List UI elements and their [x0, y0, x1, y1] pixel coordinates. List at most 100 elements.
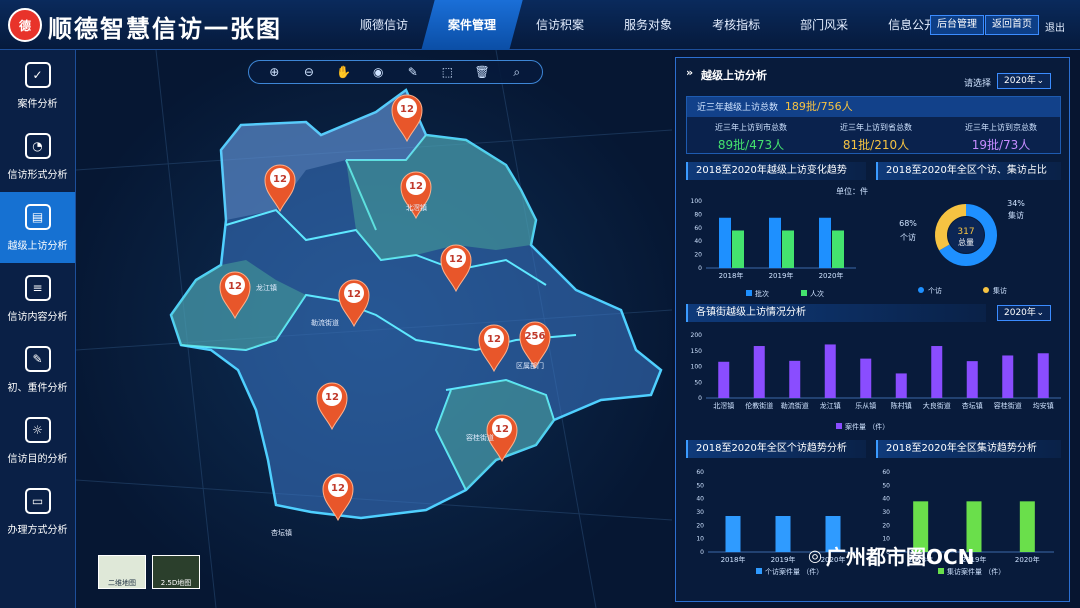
search-icon[interactable]: ⌕ — [508, 63, 526, 81]
place-label: 容桂街道 — [466, 433, 494, 442]
y-tick-label: 0 — [700, 549, 704, 556]
exit-button[interactable]: 退出 — [1045, 19, 1065, 34]
bulb-icon: ☼ — [24, 416, 51, 443]
top-nav: 顺德信访 案件管理 信访积案 服务对象 考核指标 部门风采 信息公开 — [340, 0, 956, 50]
sidebar-item-label: 信访目的分析 — [7, 453, 68, 465]
select-area-icon[interactable]: ⬚ — [438, 63, 456, 81]
pan-hand-icon[interactable]: ✋ — [335, 63, 353, 81]
bar — [725, 516, 741, 552]
y-tick-label: 50 — [694, 379, 702, 386]
pin-count: 12 — [495, 424, 509, 435]
nav-item-label: 考核指标 — [712, 18, 761, 32]
delete-icon[interactable]: 🗑 — [473, 63, 491, 81]
bar — [1019, 501, 1035, 552]
nav-item[interactable]: 部门风采 — [780, 0, 868, 50]
globe-icon[interactable]: ◉ — [369, 63, 387, 81]
y-tick-label: 30 — [696, 509, 704, 516]
x-tick-label: 北滘镇 — [713, 401, 734, 410]
x-tick-label: 大良街道 — [923, 401, 951, 410]
nav-item[interactable]: 顺德信访 — [340, 0, 428, 50]
bar — [832, 230, 844, 268]
x-tick-label: 勒流街道 — [781, 401, 809, 410]
sidebar-item[interactable]: ✎ 初、重件分析 — [0, 334, 75, 405]
legend-label: 批次 — [755, 289, 769, 298]
nav-item[interactable]: 考核指标 — [692, 0, 780, 50]
sidebar-item-label: 初、重件分析 — [7, 382, 68, 394]
bar — [819, 217, 831, 268]
25d-map-thumb[interactable]: 2.5D地图 — [152, 555, 200, 589]
x-tick-label: 2020年 — [819, 271, 844, 280]
analysis-panel: » 越级上访分析 请选择 2020年 ⌄ 近三年越级上访总数 189批/756人… — [675, 57, 1070, 602]
y-tick-label: 50 — [696, 482, 704, 489]
y-tick-label: 0 — [698, 395, 702, 402]
y-tick-label: 40 — [696, 496, 704, 503]
y-tick-label: 40 — [694, 238, 702, 245]
sidebar-item[interactable]: ✓ 案件分析 — [0, 50, 75, 121]
bar — [824, 344, 836, 398]
x-tick-label: 伦教街道 — [745, 401, 773, 410]
x-tick-label: 2019年 — [769, 271, 794, 280]
y-tick-label: 60 — [882, 469, 890, 476]
zoom-in-icon[interactable]: ⊕ — [265, 63, 283, 81]
y-tick-label: 10 — [696, 536, 704, 543]
bar — [732, 230, 744, 268]
pin-count: 12 — [400, 104, 414, 115]
sidebar-item-label: 信访内容分析 — [7, 311, 68, 323]
pie-name-label: 个访 — [900, 232, 916, 242]
place-label: 区属部门 — [516, 361, 544, 370]
legend-label: 人次 — [810, 289, 824, 298]
admin-button[interactable]: 后台管理 — [930, 15, 984, 35]
district-map[interactable]: 12 12 12 12 12 12 12 256 12 12 12 北滘镇 龙江镇 勒流街道 容桂街道 区属… — [76, 50, 672, 608]
y-tick-label: 80 — [694, 211, 702, 218]
analysis-icon: ✎ — [24, 345, 51, 372]
y-tick-label: 30 — [882, 509, 890, 516]
nav-item[interactable]: 服务对象 — [604, 0, 692, 50]
nav-item-label: 部门风采 — [800, 18, 849, 32]
map-canvas[interactable]: 12 12 12 12 12 12 12 256 12 12 12 北滘镇龙江镇勒流街道容桂街道 区属… — [76, 50, 672, 608]
sidebar: ✓ 案件分析 ◔ 信访形式分析 ▤ 越级上访分析 ≡ 信访内容分析 ✎ 初、重件分析 ☼ 信访目的分析… — [0, 50, 76, 608]
nav-item[interactable]: 案件管理 — [421, 0, 523, 50]
x-tick-label: 杏坛镇 — [962, 401, 983, 410]
pie-pct-label: 68% — [899, 219, 917, 228]
nav-item[interactable]: 信访积案 — [516, 0, 604, 50]
y-tick-label: 20 — [882, 522, 890, 529]
sidebar-item[interactable]: ☼ 信访目的分析 — [0, 405, 75, 476]
bar — [718, 361, 730, 398]
sidebar-item[interactable]: ◔ 信访形式分析 — [0, 121, 75, 192]
pie-name-label: 集访 — [1008, 210, 1024, 220]
y-tick-label: 200 — [691, 332, 703, 339]
nav-item-label: 服务对象 — [624, 18, 673, 32]
donut-center-value: 317 — [957, 227, 974, 237]
y-tick-label: 20 — [694, 252, 702, 259]
app-header: 德 顺德智慧信访一张图 顺德信访 案件管理 信访积案 服务对象 考核指标 部门风采 信息公开… — [0, 0, 1080, 50]
legend-label: 个访 — [928, 286, 942, 295]
y-tick-label: 100 — [691, 198, 703, 205]
x-tick-label: 容桂街道 — [994, 401, 1022, 410]
chart-icon: ✓ — [24, 61, 51, 88]
pie-pct-label: 34% — [1007, 199, 1025, 208]
pin-count: 12 — [273, 174, 287, 185]
list-icon: ≡ — [24, 274, 51, 301]
bar — [775, 516, 791, 552]
document-icon: ▤ — [24, 203, 51, 230]
place-label: 北滘镇 — [406, 203, 427, 212]
sidebar-item[interactable]: ≡ 信访内容分析 — [0, 263, 75, 334]
x-tick-label: 2019年 — [771, 555, 796, 564]
sidebar-item[interactable]: ▤ 越级上访分析 — [0, 192, 75, 263]
y-tick-label: 40 — [882, 496, 890, 503]
sidebar-item[interactable]: ▭ 办理方式分析 — [0, 476, 75, 547]
pin-count: 12 — [331, 483, 345, 494]
bar — [789, 360, 801, 398]
measure-icon[interactable]: ✎ — [404, 63, 422, 81]
2d-map-thumb[interactable]: 二维地图 — [98, 555, 146, 589]
home-button[interactable]: 返回首页 — [985, 15, 1039, 35]
bar — [1037, 353, 1049, 398]
legend-swatch — [836, 423, 842, 429]
nav-item-label: 顺德信访 — [360, 18, 409, 32]
zoom-out-icon[interactable]: ⊖ — [300, 63, 318, 81]
pin-count: 12 — [487, 334, 501, 345]
nav-item-label: 案件管理 — [448, 18, 497, 32]
pin-count: 12 — [325, 392, 339, 403]
logo: 德 — [8, 8, 42, 42]
x-tick-label: 2020年 — [1015, 555, 1040, 564]
